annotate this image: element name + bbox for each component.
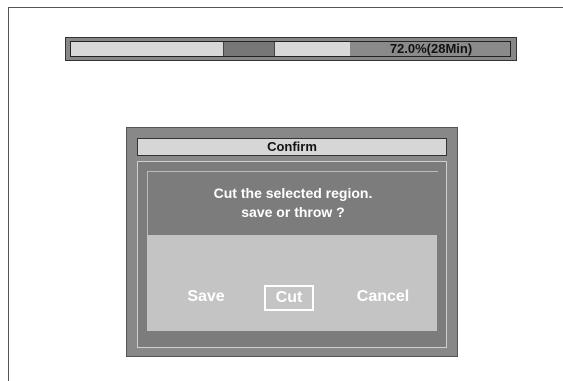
cancel-button[interactable]: Cancel bbox=[347, 284, 419, 310]
dialog-title: Confirm bbox=[137, 138, 447, 156]
cut-button[interactable]: Cut bbox=[264, 285, 314, 311]
dialog-body: Cut the selected region. save or throw ?… bbox=[137, 161, 447, 348]
progress-segment-selected-region bbox=[224, 42, 274, 56]
save-button[interactable]: Save bbox=[177, 284, 235, 310]
progress-track: 72.0%(28Min) bbox=[70, 41, 511, 57]
dialog-message: Cut the selected region. save or throw ? bbox=[147, 171, 438, 236]
progress-segment-elapsed bbox=[71, 42, 224, 56]
dialog-message-line-1: Cut the selected region. bbox=[213, 185, 373, 201]
dialog-message-line-2: save or throw ? bbox=[241, 204, 345, 220]
confirm-dialog: Confirm Cut the selected region. save or… bbox=[126, 127, 458, 357]
frame-left-border bbox=[8, 7, 9, 381]
progress-label: 72.0%(28Min) bbox=[389, 41, 473, 56]
dialog-button-bar: Save Cut Cancel bbox=[147, 235, 437, 331]
progress-segment-elapsed-after bbox=[274, 42, 351, 56]
frame-top-border bbox=[8, 7, 563, 8]
progress-bar: 72.0%(28Min) bbox=[65, 37, 517, 61]
